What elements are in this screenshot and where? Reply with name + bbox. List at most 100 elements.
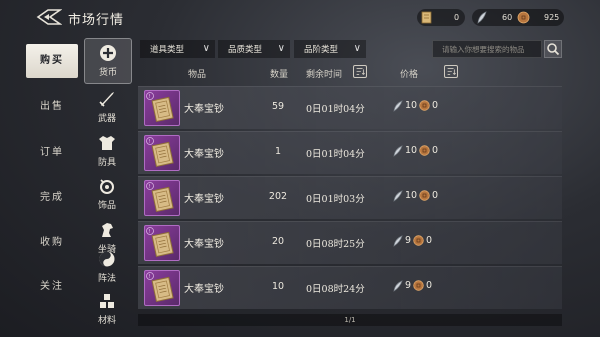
banknote-item-icon: ! — [144, 225, 180, 261]
market-tabs: 购买 出售 订单 完成 收购 关注 — [26, 44, 78, 334]
price-coin-value: 0 — [432, 145, 439, 156]
feather-currency-icon — [477, 11, 487, 24]
pagination: 1/1 — [138, 314, 562, 326]
ornament-icon — [100, 179, 114, 194]
item-quantity: 59 — [271, 101, 285, 112]
svg-text:!: ! — [149, 274, 151, 280]
sort-time-icon[interactable] — [353, 65, 367, 78]
search-input[interactable]: 请输入你想要搜索的物品 — [432, 40, 542, 58]
chevron-down-icon: ∨ — [277, 43, 285, 54]
feather-currency-icon — [393, 235, 403, 247]
price-coin-value: 0 — [432, 100, 439, 111]
feather-currency-icon — [393, 100, 403, 112]
header-item: 物品 — [188, 70, 207, 80]
category-label: 武器 — [97, 114, 116, 124]
category-label: 防具 — [97, 158, 116, 168]
remaining-time: 0日01时04分 — [306, 149, 365, 160]
material-icon — [100, 294, 114, 308]
remaining-time: 0日08时24分 — [306, 284, 365, 295]
category-label: 饰品 — [97, 201, 116, 211]
filter-item-type[interactable]: 道具类型 ∨ — [140, 40, 215, 58]
banknote-item-icon: ! — [144, 90, 180, 126]
currency-scroll: 0 — [417, 9, 465, 26]
page-title: 市场行情 — [68, 13, 125, 28]
search-button[interactable] — [544, 40, 562, 58]
price-feather-value: 10 — [405, 145, 418, 156]
tab-watchlist[interactable]: 关注 — [26, 270, 78, 304]
svg-text:!: ! — [149, 229, 151, 235]
tab-acquire[interactable]: 收购 — [26, 226, 78, 260]
category-weapon[interactable]: 武器 — [84, 85, 130, 129]
price-coin-value: 0 — [432, 190, 439, 201]
coin-currency-icon — [419, 100, 430, 111]
item-name: 大奉宝钞 — [184, 239, 224, 250]
currency-value: 60 — [502, 13, 513, 22]
tab-orders[interactable]: 订单 — [26, 136, 78, 170]
price-feather-value: 10 — [405, 190, 418, 201]
armor-icon — [99, 136, 115, 150]
filter-label: 品阶类型 — [304, 45, 339, 55]
tab-completed[interactable]: 完成 — [26, 181, 78, 215]
remaining-time: 0日01时04分 — [306, 104, 365, 115]
item-quantity: 202 — [268, 191, 288, 202]
svg-text:!: ! — [149, 94, 151, 100]
top-bar: 市场行情 0 60 925 — [0, 0, 600, 34]
table-row[interactable]: ! 大奉宝钞 202 0日01时03分 10 0 — [138, 176, 562, 219]
coin-currency-icon — [419, 190, 430, 201]
header-time: 剩余时间 — [306, 70, 343, 80]
filter-label: 道具类型 — [150, 45, 185, 55]
price-feather-value: 9 — [405, 280, 412, 291]
remaining-time: 0日01时03分 — [306, 194, 365, 205]
filter-quality-type[interactable]: 品质类型 ∨ — [218, 40, 290, 58]
coin-currency-icon — [413, 235, 424, 246]
category-currency[interactable]: 货币 — [84, 38, 132, 84]
table-row[interactable]: ! 大奉宝钞 1 0日01时04分 10 0 — [138, 131, 562, 174]
svg-text:!: ! — [149, 184, 151, 190]
currency-value: 925 — [544, 13, 560, 22]
coin-currency-icon — [419, 145, 430, 156]
chevron-down-icon: ∨ — [353, 43, 361, 54]
feather-currency-icon — [393, 280, 403, 292]
formation-icon — [99, 251, 115, 267]
category-formation[interactable]: 阵法 — [84, 245, 130, 289]
banknote-item-icon: ! — [144, 135, 180, 171]
header-price: 价格 — [400, 70, 419, 80]
sword-icon — [99, 92, 114, 107]
price-coin-value: 0 — [426, 235, 433, 246]
coin-plus-icon — [100, 45, 116, 61]
tab-sell[interactable]: 出售 — [26, 90, 78, 124]
category-material[interactable]: 材料 — [84, 287, 130, 331]
category-ornament[interactable]: 饰品 — [84, 172, 130, 216]
chevron-down-icon: ∨ — [202, 43, 210, 54]
price-feather-value: 10 — [405, 100, 418, 111]
table-row[interactable]: ! 大奉宝钞 20 0日08时25分 9 0 — [138, 221, 562, 264]
banknote-item-icon: ! — [144, 180, 180, 216]
filter-grade-type[interactable]: 品阶类型 ∨ — [294, 40, 366, 58]
back-arrow-icon[interactable] — [36, 8, 62, 26]
search-icon — [547, 43, 560, 56]
category-list: 货币 武器 防具 饰品 坐骑 阵法 材料 — [84, 38, 132, 331]
currency-feather-coin: 60 925 — [472, 9, 564, 26]
tab-buy[interactable]: 购买 — [26, 44, 78, 78]
feather-currency-icon — [393, 190, 403, 202]
sort-price-icon[interactable] — [444, 65, 458, 78]
filter-label: 品质类型 — [228, 45, 263, 55]
header-qty: 数量 — [270, 70, 289, 80]
coin-currency-icon — [413, 280, 424, 291]
item-name: 大奉宝钞 — [184, 149, 224, 160]
svg-text:!: ! — [149, 139, 151, 145]
item-name: 大奉宝钞 — [184, 284, 224, 295]
item-quantity: 20 — [271, 236, 285, 247]
table-row[interactable]: ! 大奉宝钞 59 0日01时04分 10 0 — [138, 86, 562, 129]
banknote-item-icon: ! — [144, 270, 180, 306]
category-armor[interactable]: 防具 — [84, 129, 130, 173]
remaining-time: 0日08时25分 — [306, 239, 365, 250]
coin-currency-icon — [517, 11, 530, 24]
item-name: 大奉宝钞 — [184, 104, 224, 115]
feather-currency-icon — [393, 145, 403, 157]
category-label: 材料 — [97, 316, 116, 326]
category-label: 货币 — [98, 68, 117, 78]
table-row[interactable]: ! 大奉宝钞 10 0日08时24分 9 0 — [138, 266, 562, 309]
currency-value: 0 — [454, 13, 460, 22]
price-coin-value: 0 — [426, 280, 433, 291]
